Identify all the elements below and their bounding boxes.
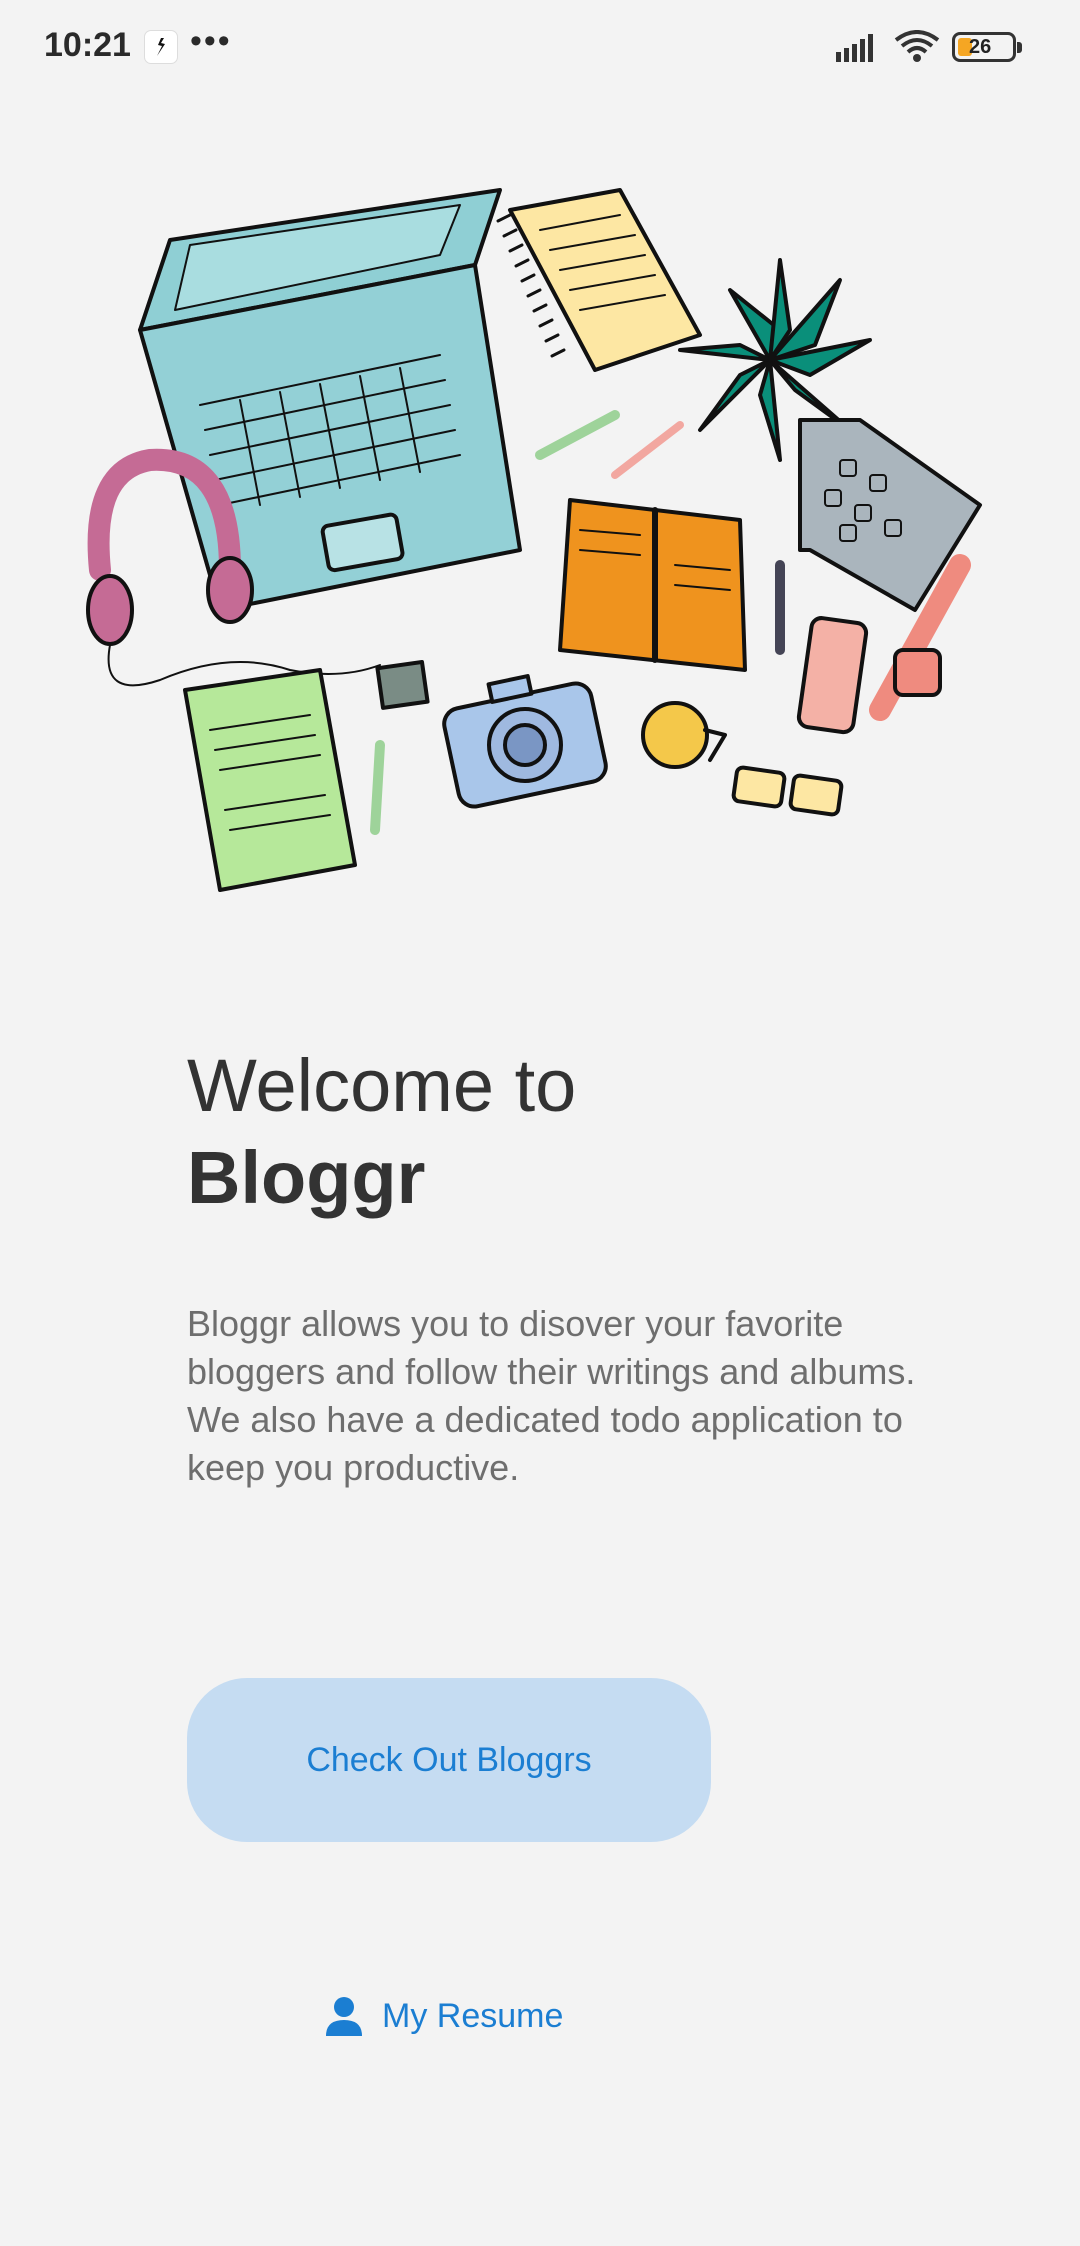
app-notification-icon bbox=[144, 30, 178, 64]
battery-icon: 26 bbox=[952, 32, 1022, 62]
status-bar: 10:21 ••• 26 bbox=[0, 0, 1080, 96]
person-icon bbox=[326, 1997, 362, 2036]
app-name-title: Bloggr bbox=[187, 1136, 426, 1219]
battery-level: 26 bbox=[969, 36, 992, 58]
wifi-icon bbox=[894, 30, 940, 62]
desk-workspace-illustration bbox=[86, 188, 982, 892]
signal-icon bbox=[836, 34, 873, 62]
welcome-heading: Welcome to Bloggr bbox=[187, 1040, 1007, 1224]
welcome-line: Welcome to bbox=[187, 1044, 577, 1127]
check-out-bloggrs-label: Check Out Bloggrs bbox=[306, 1740, 592, 1779]
app-description: Bloggr allows you to disover your favori… bbox=[187, 1303, 916, 1488]
status-time: 10:21 bbox=[44, 26, 131, 64]
more-notifications-icon: ••• bbox=[190, 22, 232, 60]
my-resume-link[interactable]: My Resume bbox=[326, 1988, 563, 2044]
check-out-bloggrs-button[interactable]: Check Out Bloggrs bbox=[187, 1678, 711, 1842]
my-resume-label: My Resume bbox=[382, 1996, 564, 2035]
